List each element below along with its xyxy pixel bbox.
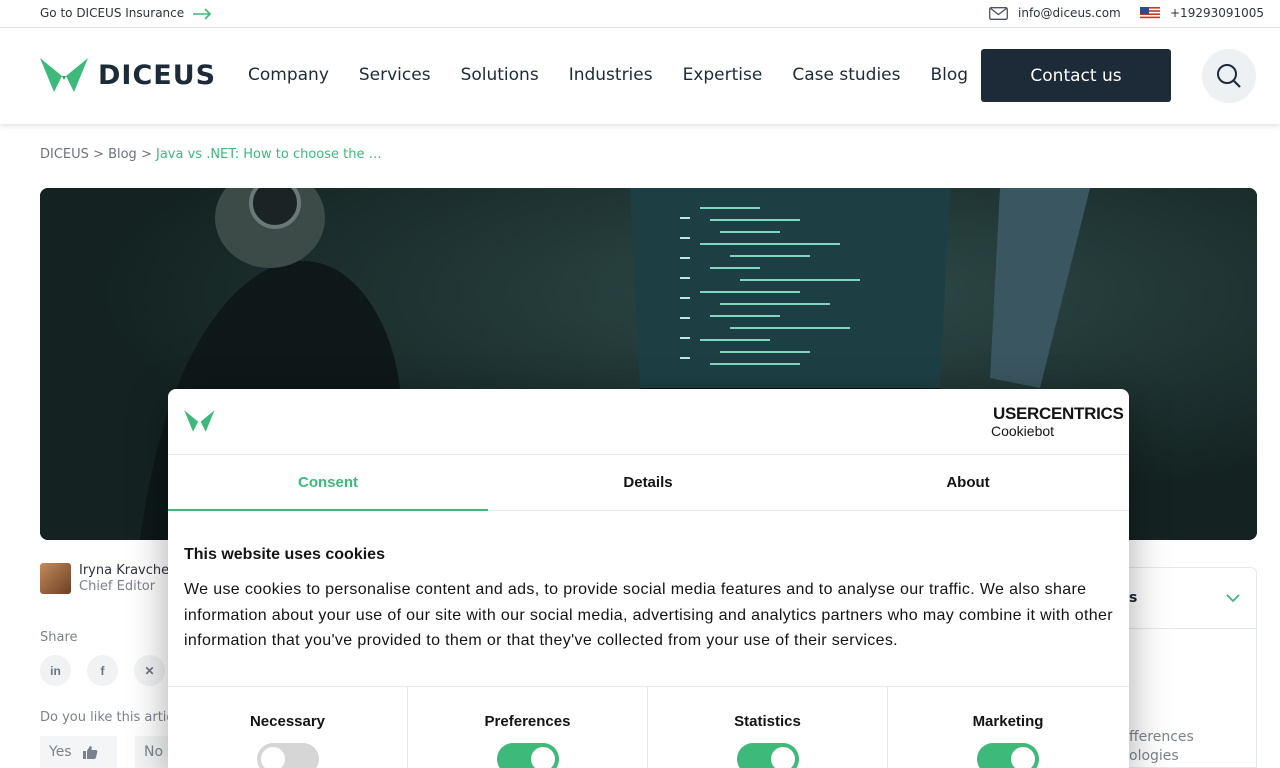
category-marketing: Marketing bbox=[888, 687, 1128, 768]
tab-consent[interactable]: Consent bbox=[168, 455, 488, 511]
category-label: Necessary bbox=[249, 713, 326, 730]
facebook-icon[interactable]: f bbox=[87, 655, 118, 686]
nav-company[interactable]: Company bbox=[248, 65, 329, 85]
top-bar: Go to DICEUS Insurance info@diceus.com +… bbox=[0, 0, 1280, 28]
email-text[interactable]: info@diceus.com bbox=[1018, 6, 1121, 20]
logo-text: DICEUS bbox=[98, 59, 217, 91]
insurance-link[interactable]: Go to DICEUS Insurance bbox=[40, 6, 212, 20]
chevron-down-icon[interactable] bbox=[1225, 590, 1241, 606]
toc-item[interactable]: ologies bbox=[1129, 748, 1179, 764]
category-label: Preferences bbox=[484, 713, 571, 730]
insurance-link-label[interactable]: Go to DICEUS Insurance bbox=[40, 6, 184, 20]
nav-blog[interactable]: Blog bbox=[930, 65, 968, 85]
category-label: Marketing bbox=[972, 713, 1044, 730]
phone-text[interactable]: +19293091005 bbox=[1170, 6, 1264, 20]
like-question: Do you like this artic bbox=[40, 710, 174, 725]
nav-solutions[interactable]: Solutions bbox=[461, 65, 539, 85]
arrow-right-icon bbox=[193, 7, 212, 20]
cookie-dialog-header: USERCENTRICS Cookiebot bbox=[168, 389, 1129, 455]
breadcrumb: DICEUS > Blog > Java vs .NET: How to cho… bbox=[40, 147, 382, 162]
toggle-knob bbox=[531, 747, 555, 768]
cookie-consent-dialog: USERCENTRICS Cookiebot Consent Details A… bbox=[168, 389, 1129, 768]
cookiebot-label: Cookiebot bbox=[991, 423, 1055, 439]
usercentrics-logo: USERCENTRICS Cookiebot bbox=[990, 404, 1124, 439]
author-block: Iryna Kravchenk Chief Editor bbox=[40, 563, 185, 594]
vote-no-button[interactable]: No bbox=[135, 736, 168, 768]
toggle-knob bbox=[261, 747, 285, 768]
cookie-dialog-title: This website uses cookies bbox=[184, 546, 385, 563]
phone-link[interactable]: +19293091005 bbox=[1140, 6, 1264, 20]
usercentrics-brand: USERCENTRICS bbox=[993, 404, 1124, 423]
breadcrumb-home[interactable]: DICEUS bbox=[40, 147, 89, 162]
main-header: DICEUS Company Services Solutions Indust… bbox=[0, 28, 1280, 124]
tab-about[interactable]: About bbox=[808, 455, 1128, 510]
breadcrumb-separator: > bbox=[136, 147, 156, 162]
statistics-toggle[interactable] bbox=[737, 743, 799, 768]
cookie-dialog-tabs: Consent Details About bbox=[168, 455, 1129, 511]
category-necessary: Necessary bbox=[168, 687, 408, 768]
nav-services[interactable]: Services bbox=[359, 65, 431, 85]
vote-no-label: No bbox=[144, 744, 164, 760]
preferences-toggle[interactable] bbox=[497, 743, 559, 768]
nav-case-studies[interactable]: Case studies bbox=[792, 65, 900, 85]
toggle-knob bbox=[771, 747, 795, 768]
cookie-dialog-body: We use cookies to personalise content an… bbox=[184, 581, 1113, 649]
marketing-toggle[interactable] bbox=[977, 743, 1039, 768]
vote-yes-label: Yes bbox=[49, 744, 72, 760]
diceus-logo[interactable]: DICEUS bbox=[40, 56, 216, 94]
search-button[interactable] bbox=[1202, 49, 1256, 103]
email-link[interactable]: info@diceus.com bbox=[989, 6, 1121, 20]
diceus-logo-icon bbox=[184, 410, 215, 432]
contact-us-button[interactable]: Contact us bbox=[981, 49, 1171, 102]
mail-icon bbox=[989, 6, 1008, 20]
thumbs-up-icon bbox=[82, 746, 97, 759]
table-of-contents: s fferences ologies bbox=[1120, 567, 1257, 768]
linkedin-icon[interactable]: in bbox=[40, 655, 71, 686]
necessary-toggle bbox=[257, 743, 319, 768]
breadcrumb-blog[interactable]: Blog bbox=[108, 147, 137, 162]
tab-details[interactable]: Details bbox=[488, 455, 808, 510]
share-icons: in f ✕ bbox=[40, 655, 165, 686]
breadcrumb-separator: > bbox=[88, 147, 109, 162]
toggle-knob bbox=[1011, 747, 1035, 768]
share-label: Share bbox=[40, 630, 78, 645]
cookie-categories: Necessary Preferences Statistics Marketi… bbox=[168, 686, 1129, 768]
breadcrumb-current: Java vs .NET: How to choose the … bbox=[156, 147, 382, 162]
toc-item[interactable]: fferences bbox=[1129, 729, 1194, 745]
us-flag-icon bbox=[1140, 6, 1160, 20]
nav-industries[interactable]: Industries bbox=[569, 65, 653, 85]
search-icon bbox=[1217, 64, 1241, 88]
nav-expertise[interactable]: Expertise bbox=[683, 65, 763, 85]
main-nav: Company Services Solutions Industries Ex… bbox=[248, 65, 998, 85]
category-statistics: Statistics bbox=[648, 687, 888, 768]
category-label: Statistics bbox=[734, 713, 801, 730]
vote-yes-button[interactable]: Yes bbox=[40, 736, 117, 768]
x-icon[interactable]: ✕ bbox=[134, 655, 165, 686]
category-preferences: Preferences bbox=[408, 687, 648, 768]
diceus-logo-icon bbox=[40, 58, 88, 92]
author-avatar bbox=[40, 563, 71, 594]
toc-title-fragment: s bbox=[1129, 590, 1138, 606]
